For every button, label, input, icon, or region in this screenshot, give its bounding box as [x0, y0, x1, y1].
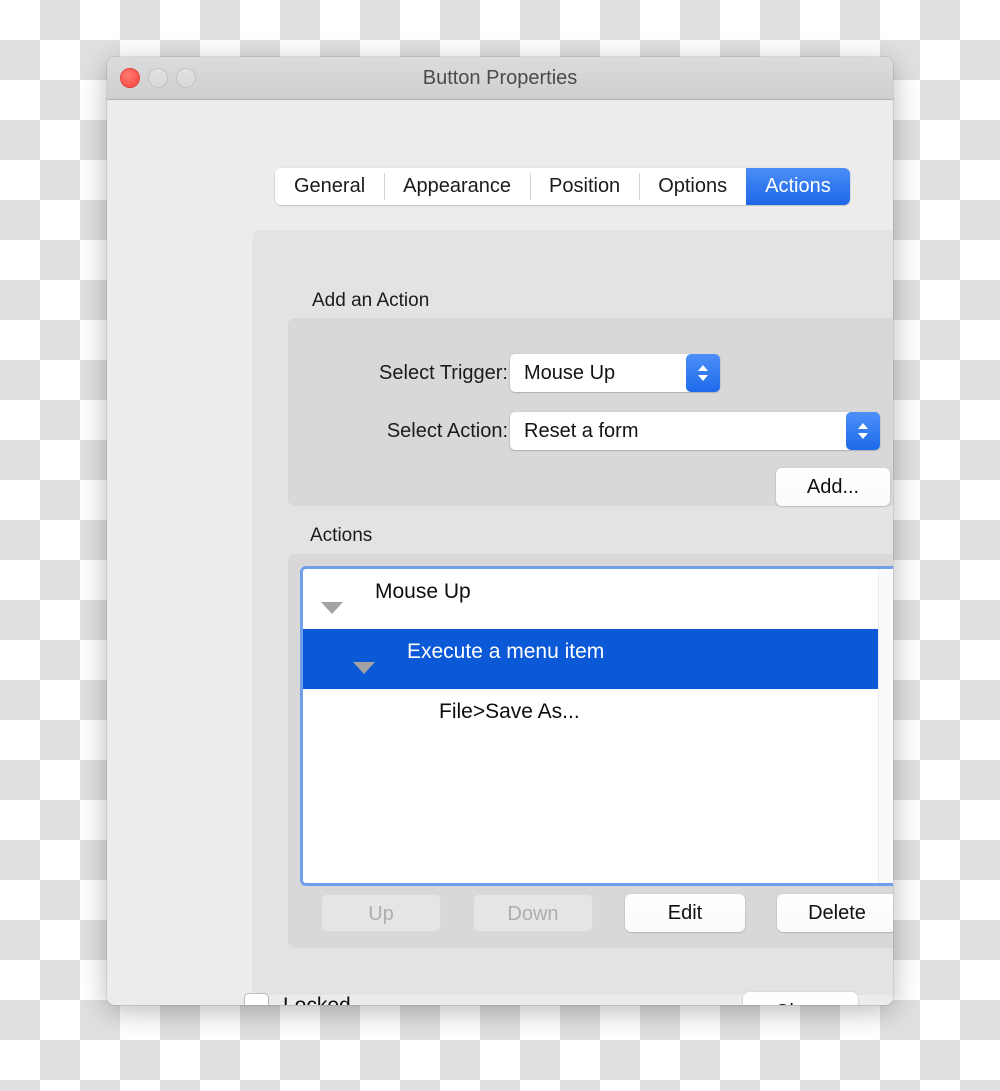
- disclosure-triangle-icon[interactable]: [321, 602, 343, 614]
- edit-action-button[interactable]: Edit: [625, 894, 745, 932]
- tree-row[interactable]: Mouse Up: [303, 569, 879, 629]
- add-action-group-label: Add an Action: [312, 290, 430, 311]
- move-down-button: Down: [473, 894, 593, 932]
- tab-appearance[interactable]: Appearance: [384, 168, 531, 205]
- actions-tree-rows: Mouse Up Execute a menu item File>Save A…: [303, 569, 879, 883]
- tree-row-label: File>Save As...: [439, 700, 580, 723]
- vertical-scrollbar[interactable]: [878, 569, 893, 883]
- actions-group-label: Actions: [310, 525, 373, 546]
- select-action-value: Reset a form: [524, 420, 639, 442]
- window-titlebar: Button Properties: [107, 57, 893, 100]
- tree-row-label: Execute a menu item: [407, 640, 605, 663]
- tab-general[interactable]: General: [275, 168, 385, 205]
- select-trigger-value: Mouse Up: [524, 362, 616, 384]
- select-action-label: Select Action:: [386, 420, 508, 442]
- close-button[interactable]: Close: [743, 992, 858, 1005]
- locked-checkbox[interactable]: [244, 993, 269, 1005]
- move-up-button: Up: [321, 894, 441, 932]
- tree-row[interactable]: File>Save As...: [303, 689, 879, 749]
- add-action-groupbox: Select Trigger: Mouse Up Select Action: …: [288, 318, 893, 506]
- tree-row[interactable]: Execute a menu item: [303, 629, 879, 689]
- tab-options[interactable]: Options: [639, 168, 747, 205]
- disclosure-triangle-icon[interactable]: [353, 662, 375, 674]
- tab-position[interactable]: Position: [530, 168, 640, 205]
- delete-action-button[interactable]: Delete: [777, 894, 893, 932]
- window-title: Button Properties: [422, 67, 578, 89]
- select-action-popup[interactable]: Reset a form: [510, 412, 880, 450]
- select-trigger-label: Select Trigger:: [379, 362, 508, 384]
- actions-tree-list[interactable]: Mouse Up Execute a menu item File>Save A…: [300, 566, 893, 886]
- window-body: General Appearance Position Options Acti…: [107, 100, 893, 1005]
- tab-actions[interactable]: Actions: [746, 168, 850, 205]
- actions-tab-panel: Add an Action Select Trigger: Mouse Up S…: [252, 230, 893, 995]
- add-action-button[interactable]: Add...: [776, 468, 890, 506]
- tree-row-label: Mouse Up: [375, 580, 471, 603]
- locked-checkbox-row[interactable]: Locked: [244, 993, 351, 1005]
- chevron-up-down-icon: [846, 412, 880, 450]
- select-trigger-popup[interactable]: Mouse Up: [510, 354, 720, 392]
- button-properties-dialog: Button Properties General Appearance Pos…: [107, 57, 893, 1005]
- actions-groupbox: Mouse Up Execute a menu item File>Save A…: [288, 554, 893, 948]
- tab-bar: General Appearance Position Options Acti…: [275, 168, 850, 205]
- chevron-up-down-icon: [686, 354, 720, 392]
- locked-label: Locked: [283, 993, 351, 1006]
